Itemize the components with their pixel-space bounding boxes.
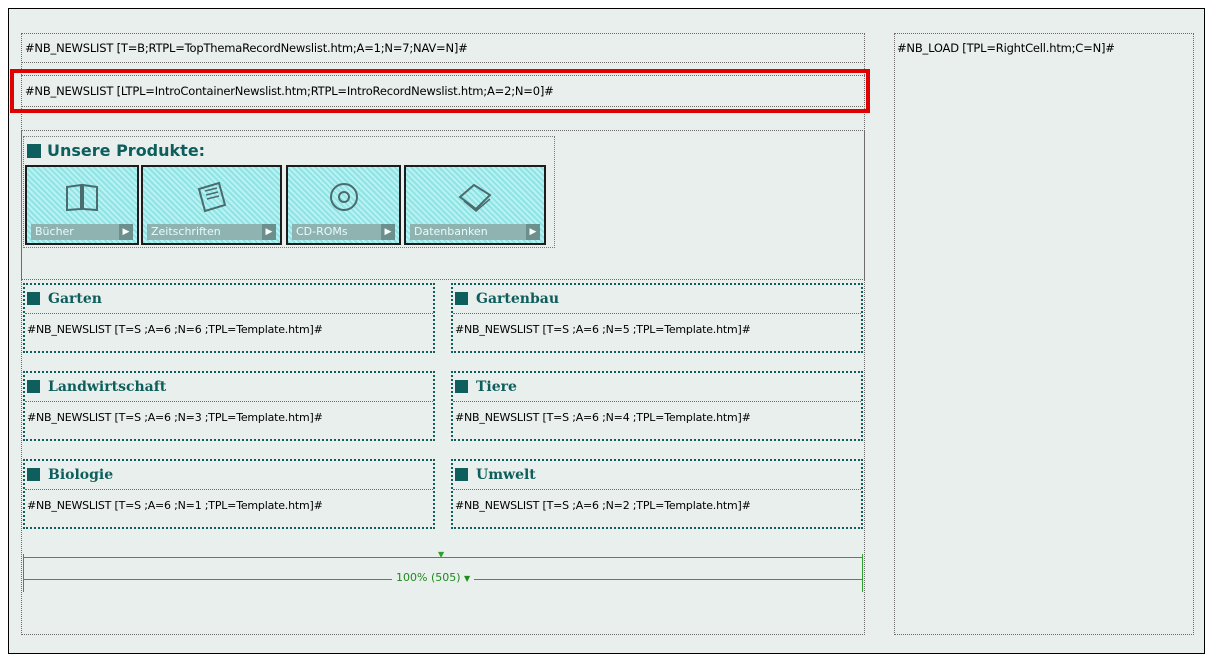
section-title: Gartenbau	[476, 291, 559, 307]
book-icon	[63, 181, 101, 213]
bullet-square-icon	[455, 292, 468, 305]
tile-cd-roms[interactable]: CD-ROMs ▶	[286, 165, 401, 245]
section-garten[interactable]: Garten #NB_NEWSLIST [T=S ;A=6 ;N=6 ;TPL=…	[23, 283, 435, 353]
section-title: Tiere	[476, 379, 517, 395]
ruler-left-tick	[23, 554, 24, 592]
section-title: Landwirtschaft	[48, 379, 167, 395]
bullet-square-icon	[27, 468, 40, 481]
tile-datenbanken[interactable]: Datenbanken ▶	[404, 165, 546, 245]
selection-highlight	[10, 69, 870, 113]
tile-label: Zeitschriften	[151, 225, 221, 238]
products-box: Unsere Produkte: Bücher ▶ Zeitschriften ▶ …	[23, 136, 555, 248]
bullet-square-icon	[27, 380, 40, 393]
bullet-square-icon	[27, 144, 41, 158]
top-newslist-code: #NB_NEWSLIST [T=B;RTPL=TopThemaRecordNew…	[25, 41, 468, 55]
database-icon	[456, 181, 494, 213]
section-title: Biologie	[48, 467, 114, 483]
bullet-square-icon	[27, 292, 40, 305]
right-cell[interactable]	[894, 33, 1194, 635]
section-code: #NB_NEWSLIST [T=S ;A=6 ;N=1 ;TPL=Templat…	[27, 499, 323, 512]
cd-icon	[325, 181, 363, 213]
arrow-right-icon: ▶	[119, 224, 133, 240]
ruler-right-tick	[862, 554, 863, 592]
arrow-right-icon: ▶	[381, 224, 395, 240]
section-title: Garten	[48, 291, 102, 307]
section-code: #NB_NEWSLIST [T=S ;A=6 ;N=2 ;TPL=Templat…	[455, 499, 751, 512]
right-load-code: #NB_LOAD [TPL=RightCell.htm;C=N]#	[897, 41, 1115, 55]
bullet-square-icon	[455, 380, 468, 393]
section-umwelt[interactable]: Umwelt #NB_NEWSLIST [T=S ;A=6 ;N=2 ;TPL=…	[451, 459, 863, 529]
arrow-right-icon: ▶	[262, 224, 276, 240]
section-biologie[interactable]: Biologie #NB_NEWSLIST [T=S ;A=6 ;N=1 ;TP…	[23, 459, 435, 529]
magazine-icon	[193, 181, 231, 213]
column-dropdown-icon[interactable]: ▼	[438, 550, 444, 559]
section-code: #NB_NEWSLIST [T=S ;A=6 ;N=5 ;TPL=Templat…	[455, 323, 751, 336]
products-title: Unsere Produkte:	[27, 141, 205, 160]
section-title: Umwelt	[476, 467, 536, 483]
tile-label: CD-ROMs	[296, 225, 348, 238]
triangle-down-icon: ▼	[464, 574, 471, 583]
bullet-square-icon	[455, 468, 468, 481]
section-code: #NB_NEWSLIST [T=S ;A=6 ;N=6 ;TPL=Templat…	[27, 323, 323, 336]
tile-label: Datenbanken	[414, 225, 488, 238]
table-width-label: 100% (505)	[396, 571, 461, 584]
section-landwirtschaft[interactable]: Landwirtschaft #NB_NEWSLIST [T=S ;A=6 ;N…	[23, 371, 435, 441]
section-code: #NB_NEWSLIST [T=S ;A=6 ;N=4 ;TPL=Templat…	[455, 411, 751, 424]
arrow-right-icon: ▶	[526, 224, 540, 240]
section-tiere[interactable]: Tiere #NB_NEWSLIST [T=S ;A=6 ;N=4 ;TPL=T…	[451, 371, 863, 441]
section-code: #NB_NEWSLIST [T=S ;A=6 ;N=3 ;TPL=Templat…	[27, 411, 323, 424]
tile-buecher[interactable]: Bücher ▶	[25, 165, 139, 245]
tile-label: Bücher	[35, 225, 74, 238]
section-gartenbau[interactable]: Gartenbau #NB_NEWSLIST [T=S ;A=6 ;N=5 ;T…	[451, 283, 863, 353]
tile-zeitschriften[interactable]: Zeitschriften ▶	[141, 165, 282, 245]
table-width-indicator[interactable]: 100% (505) ▼	[392, 571, 475, 584]
